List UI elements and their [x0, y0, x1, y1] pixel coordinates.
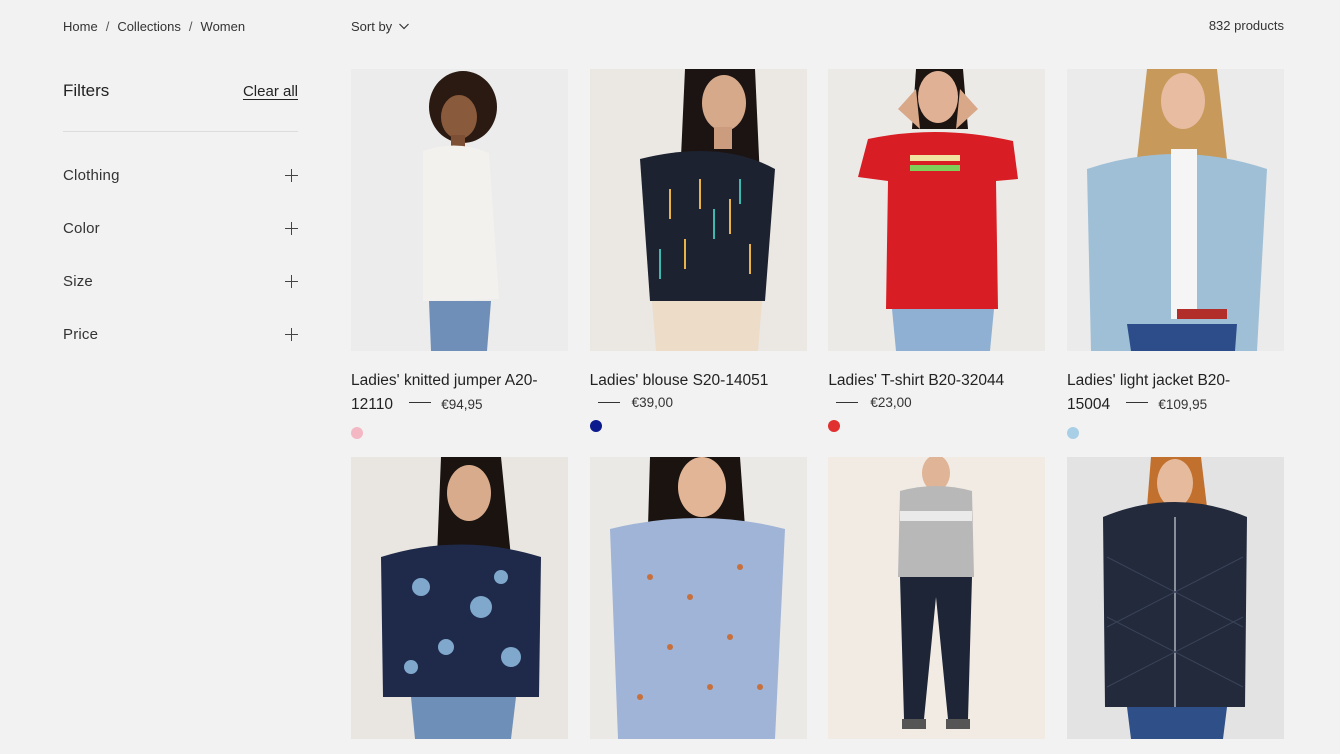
sort-dropdown[interactable]: Sort by — [351, 17, 410, 35]
clear-all-link[interactable]: Clear all — [243, 83, 298, 100]
product-card[interactable]: Ladies' light jacket B20- 15004 €109,95 — [1066, 69, 1284, 457]
product-image[interactable] — [589, 69, 807, 351]
filters-sidebar: Filters Clear all Clothing Color Size Pr… — [63, 78, 298, 375]
product-name-line1: Ladies' knitted jumper A20- — [351, 372, 538, 389]
product-price: €39,00 — [631, 395, 673, 410]
price-line: €23,00 — [828, 395, 1045, 410]
product-image[interactable] — [1066, 69, 1284, 351]
sort-label: Sort by — [351, 18, 393, 34]
price-line: €39,00 — [590, 395, 807, 410]
color-swatch[interactable] — [351, 427, 363, 439]
product-name-line2: 12110 — [351, 396, 393, 413]
filters-title: Filters — [63, 81, 110, 100]
filter-label: Color — [63, 219, 100, 237]
product-card[interactable]: Ladies' blouse S20-14051 €39,00 — [589, 69, 807, 457]
product-name[interactable]: Ladies' T-shirt B20-32044 — [828, 369, 1045, 393]
color-swatch[interactable] — [828, 420, 841, 432]
color-swatch[interactable] — [589, 420, 602, 432]
product-image[interactable] — [589, 457, 807, 739]
product-image[interactable] — [1066, 457, 1284, 739]
breadcrumb-collections[interactable]: Collections — [117, 19, 181, 34]
product-card[interactable]: Ladies' knitted jumper A20- 12110 €94,95 — [351, 69, 568, 457]
filter-color[interactable]: Color — [63, 215, 298, 241]
product-grid: Ladies' knitted jumper A20- 12110 €94,95 — [351, 69, 1284, 739]
plus-icon — [285, 328, 298, 342]
plus-icon — [285, 275, 298, 289]
filter-price[interactable]: Price — [63, 322, 298, 348]
breadcrumb-separator: / — [188, 18, 193, 34]
breadcrumb-separator: / — [105, 18, 110, 34]
chevron-down-icon — [399, 23, 410, 30]
product-name[interactable]: Ladies' light jacket B20- 15004 €109,95 — [1067, 369, 1284, 417]
product-price: €94,95 — [441, 397, 483, 412]
plus-icon — [285, 168, 298, 182]
filter-clothing[interactable]: Clothing — [63, 162, 298, 188]
color-swatch[interactable] — [1066, 427, 1079, 439]
price-dash — [836, 402, 859, 403]
product-card[interactable] — [351, 457, 568, 739]
product-image[interactable] — [828, 69, 1046, 351]
breadcrumb-home[interactable]: Home — [63, 19, 98, 34]
product-name[interactable]: Ladies' knitted jumper A20- 12110 €94,95 — [351, 369, 568, 417]
price-dash — [409, 402, 432, 404]
filter-size[interactable]: Size — [63, 269, 298, 295]
filter-label: Price — [63, 326, 99, 344]
filters-header: Filters Clear all — [63, 78, 298, 104]
product-card[interactable] — [1066, 457, 1284, 739]
product-price: €109,95 — [1158, 397, 1208, 412]
product-card[interactable] — [828, 457, 1046, 739]
product-image[interactable] — [828, 457, 1046, 739]
plus-icon — [285, 221, 298, 235]
product-count: 832 products — [1208, 18, 1284, 33]
breadcrumb: Home / Collections / Women — [63, 17, 245, 35]
filter-list: Clothing Color Size Price — [63, 162, 298, 348]
product-name-line1: Ladies' light jacket B20- — [1066, 372, 1231, 389]
filter-label: Clothing — [63, 166, 120, 184]
product-image[interactable] — [351, 457, 568, 739]
product-name[interactable]: Ladies' blouse S20-14051 — [590, 369, 807, 393]
product-card[interactable] — [589, 457, 807, 739]
breadcrumb-women[interactable]: Women — [201, 19, 246, 34]
price-dash — [597, 402, 620, 403]
product-price: €23,00 — [870, 395, 912, 410]
product-name-line2: 15004 — [1066, 396, 1111, 413]
price-dash — [1126, 402, 1149, 404]
filter-label: Size — [63, 273, 93, 291]
divider — [63, 131, 298, 132]
product-card[interactable]: Ladies' T-shirt B20-32044 €23,00 — [828, 69, 1046, 457]
product-image[interactable] — [351, 69, 568, 351]
